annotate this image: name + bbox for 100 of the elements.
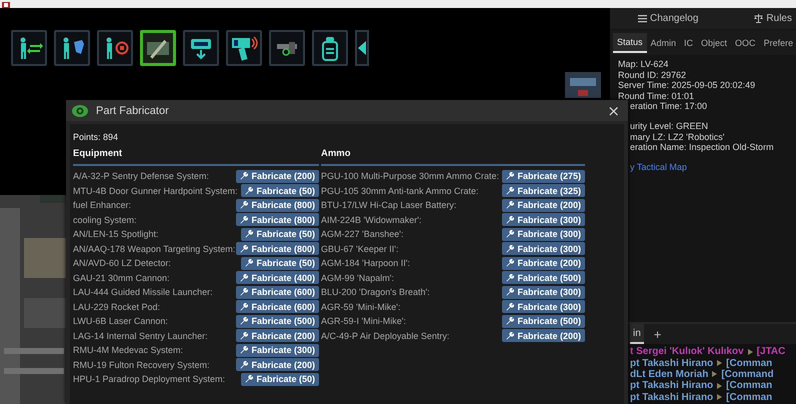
part-name: RMU-19 Fulton Recovery System:: [73, 360, 210, 370]
changelog-link[interactable]: Changelog: [638, 13, 698, 24]
part-name: MTU-4B Door Gunner Hardpoint System:: [73, 186, 238, 196]
fabricate-button[interactable]: Fabricate (800): [236, 242, 319, 256]
part-name: PGU-100 Multi-Purpose 30mm Ammo Crate:: [321, 171, 500, 182]
toolbar-button[interactable]: [54, 30, 90, 66]
part-name: LAU-444 Guided Missile Launcher:: [73, 287, 213, 298]
app-icon: [2, 2, 10, 8]
gun-icon: [230, 34, 258, 62]
part-name: LAG-14 Internal Sentry Launcher:: [73, 330, 208, 341]
channel-name: [Comman: [726, 358, 772, 369]
sender-name: pt Takashi Hirano: [630, 380, 714, 392]
part-name: AGM-184 'Harpoon II':: [321, 258, 410, 268]
arrow-icon: [748, 348, 753, 355]
status-text: Round ID: 29762: [618, 70, 686, 80]
chat-tab[interactable]: in: [630, 324, 644, 344]
toolbar-button[interactable]: [312, 30, 348, 66]
machine-icon: [565, 72, 601, 98]
fabricate-button[interactable]: Fabricate (200): [502, 329, 585, 342]
rules-link[interactable]: Rules: [754, 13, 792, 24]
fabricate-button[interactable]: Fabricate (200): [502, 256, 585, 270]
sender-name: pt Takashi Hirano: [630, 392, 714, 403]
fabricate-button[interactable]: Fabricate (600): [236, 300, 319, 314]
part-name: GBU-67 'Keeper II':: [321, 244, 398, 254]
fabricate-button[interactable]: Fabricate (300): [502, 286, 585, 299]
fabricate-button[interactable]: Fabricate (300): [502, 300, 585, 314]
fabricate-button[interactable]: Fabricate (500): [236, 314, 319, 328]
fabricate-button[interactable]: Fabricate (300): [502, 228, 585, 241]
tab[interactable]: Object: [697, 33, 732, 53]
part-name: LAU-229 Rocket Pod:: [73, 302, 160, 312]
status-text: urity Level: GREEN: [630, 120, 708, 132]
sender-name: dLt Eden Moriah: [630, 368, 708, 380]
fabricate-button[interactable]: Fabricate (300): [502, 242, 585, 256]
status-text: eration Time: 17:00: [630, 101, 708, 112]
fabricate-button[interactable]: Fabricate (50): [241, 184, 319, 198]
part-name: AN/AVD-60 LZ Detector:: [73, 258, 171, 268]
fabricate-button[interactable]: Fabricate (500): [502, 271, 585, 284]
part-name: AN/LEN-15 Spotlight:: [73, 229, 159, 240]
channel-name: [Comman: [726, 380, 772, 392]
part-name: AGR-59-I 'Mini-Mike':: [321, 316, 406, 326]
part-name: GAU-21 30mm Cannon:: [73, 272, 170, 283]
tab[interactable]: Prefere: [760, 33, 796, 53]
fabricate-button[interactable]: Fabricate (200): [236, 358, 319, 372]
fabricate-button[interactable]: Fabricate (200): [502, 198, 585, 212]
fabricate-button[interactable]: Fabricate (325): [502, 184, 585, 198]
close-button[interactable]: ×: [605, 104, 622, 118]
part-name: AN/AAQ-178 Weapon Targeting System:: [73, 244, 236, 254]
tab[interactable]: IC: [680, 33, 698, 53]
fabricate-button[interactable]: Fabricate (400): [236, 271, 319, 284]
fabricate-button[interactable]: Fabricate (800): [236, 198, 319, 212]
toolbar-button[interactable]: [226, 30, 262, 66]
fabricate-button[interactable]: Fabricate (275): [502, 170, 585, 183]
toolbar-button[interactable]: [269, 30, 305, 66]
part-name: AGM-227 'Banshee':: [321, 229, 404, 240]
fabricate-button[interactable]: Fabricate (300): [236, 344, 319, 357]
tactical-map-link[interactable]: y Tactical Map: [630, 162, 687, 172]
status-text: Map: LV-624: [618, 59, 668, 70]
toolbar-button[interactable]: [97, 30, 133, 66]
list-icon: [638, 14, 647, 23]
sender-name: pt Takashi Hirano: [630, 358, 714, 369]
sender-name: t Sergei 'Kulıok' Kulıkov: [630, 346, 744, 358]
part-name: AGM-99 'Napalm':: [321, 272, 394, 283]
toolbar-button[interactable]: [11, 30, 47, 66]
part-name: AIM-224B 'Widowmaker':: [321, 214, 422, 225]
part-name: cooling System:: [73, 214, 137, 225]
fabricate-button[interactable]: Fabricate (200): [236, 170, 319, 183]
part-name: A/A-32-P Sentry Defense System:: [73, 171, 209, 182]
tab[interactable]: Admin: [646, 33, 680, 53]
part-name: BLU-200 'Dragon's Breath':: [321, 287, 430, 298]
toolbar-button[interactable]: [183, 30, 219, 66]
fabricate-button[interactable]: Fabricate (50): [241, 228, 319, 241]
fabricate-button[interactable]: Fabricate (50): [241, 372, 319, 386]
column-header: Equipment: [73, 143, 319, 166]
toolbar-button[interactable]: [140, 30, 176, 66]
window-title: Part Fabricator: [96, 104, 170, 116]
channel-name: [Command: [721, 368, 774, 380]
part-name: LWU-6B Laser Cannon:: [73, 316, 168, 326]
status-text: Server Time: 2025-09-05 20:02:49: [618, 80, 756, 91]
status-text: mary LZ: LZ2 'Robotics': [630, 132, 724, 142]
fabricate-button[interactable]: Fabricate (300): [502, 213, 585, 226]
add-tab-button[interactable]: +: [652, 326, 664, 342]
channel-name: [JTAC: [756, 346, 786, 358]
fabricate-button[interactable]: Fabricate (500): [502, 314, 585, 328]
column-header: Ammo: [321, 143, 585, 166]
part-name: HPU-1 Paradrop Deployment System:: [73, 374, 226, 384]
part-name: AGR-59 'Mini-Mike':: [321, 302, 400, 312]
tab[interactable]: Status: [613, 33, 647, 53]
fabricate-button[interactable]: Fabricate (50): [241, 256, 319, 270]
status-text: eration Name: Inspection Old-Storm: [630, 142, 774, 153]
eye-icon: [72, 104, 88, 116]
fabricate-button[interactable]: Fabricate (800): [236, 213, 319, 226]
part-name: BTU-17/LW Hi-Cap Laser Battery:: [321, 200, 456, 210]
fabricate-button[interactable]: Fabricate (600): [236, 286, 319, 299]
status-text: Round Time: 01:01: [618, 90, 694, 102]
part-name: fuel Enhancer:: [73, 200, 132, 210]
part-name: A/C-49-P Air Deployable Sentry:: [321, 330, 450, 341]
fabricate-button[interactable]: Fabricate (200): [236, 329, 319, 342]
tab[interactable]: OOC: [731, 33, 760, 53]
collapse-button[interactable]: [355, 30, 369, 66]
points-label: Points: 894: [73, 131, 120, 143]
